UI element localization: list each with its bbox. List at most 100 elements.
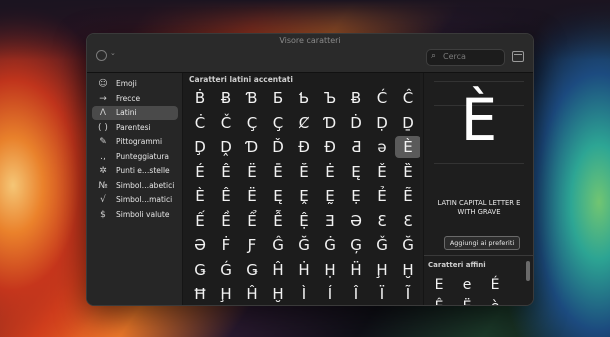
- glyph-cell[interactable]: Ḟ: [213, 234, 239, 256]
- glyph-cell[interactable]: Ė: [317, 161, 343, 183]
- sidebar-item-simbol-abetici[interactable]: № Simbol…abetici: [92, 179, 178, 193]
- sidebar-item-punti-e-stelle[interactable]: ✲ Punti e…stelle: [92, 164, 178, 178]
- sidebar-item-simbol-matici[interactable]: √ Simbol…matici: [92, 193, 178, 207]
- glyph-cell[interactable]: Ǝ: [317, 210, 343, 232]
- glyph-cell[interactable]: Ɗ: [317, 112, 343, 134]
- glyph-cell[interactable]: Ḑ: [187, 136, 213, 158]
- sidebar-item-emoji[interactable]: ☺ Emoji: [92, 77, 178, 91]
- sidebar-item-pittogrammi[interactable]: ✎ Pittogrammi: [92, 135, 178, 149]
- glyph-cell[interactable]: Ĉ: [395, 87, 420, 109]
- glyph-cell[interactable]: Ğ: [395, 234, 420, 256]
- glyph-cell[interactable]: Ḩ: [369, 259, 395, 281]
- glyph-cell[interactable]: Ḃ: [187, 87, 213, 109]
- glyph-cell[interactable]: Ë: [239, 161, 265, 183]
- glyph-cell[interactable]: Ể: [239, 210, 265, 232]
- glyph-cell[interactable]: Ƒ: [239, 234, 265, 256]
- glyph-cell[interactable]: Ǥ: [239, 259, 265, 281]
- glyph-cell[interactable]: Ɛ: [395, 210, 420, 232]
- glyph-cell[interactable]: Ḣ: [291, 259, 317, 281]
- glyph-cell[interactable]: Ǧ: [369, 234, 395, 256]
- related-glyph[interactable]: É: [484, 275, 506, 295]
- glyph-cell[interactable]: Č: [213, 112, 239, 134]
- glyph-cell[interactable]: Ɛ: [369, 210, 395, 232]
- glyph-cell[interactable]: Ĝ: [265, 234, 291, 256]
- glyph-cell[interactable]: Ə: [343, 210, 369, 232]
- glyph-cell[interactable]: Ế: [187, 210, 213, 232]
- glyph-cell[interactable]: Ƅ: [291, 87, 317, 109]
- glyph-cell[interactable]: Ə: [187, 234, 213, 256]
- glyph-cell[interactable]: Ę: [265, 185, 291, 207]
- related-glyph[interactable]: e: [456, 275, 478, 295]
- glyph-cell[interactable]: Ḫ: [395, 259, 420, 281]
- glyph-cell[interactable]: Ḍ: [369, 112, 395, 134]
- glyph-cell[interactable]: Ƀ: [213, 87, 239, 109]
- glyph-cell[interactable]: Ç: [239, 112, 265, 134]
- glyph-cell[interactable]: Ĥ: [265, 259, 291, 281]
- related-glyph[interactable]: Ë: [456, 297, 478, 305]
- glyph-cell[interactable]: Ē: [265, 161, 291, 183]
- glyph-cell[interactable]: È: [395, 136, 420, 158]
- glyph-cell[interactable]: Ъ: [317, 87, 343, 109]
- glyph-cell[interactable]: Ẹ: [343, 185, 369, 207]
- related-glyph[interactable]: è: [484, 297, 506, 305]
- glyph-cell[interactable]: Ç: [265, 112, 291, 134]
- glyph-cell[interactable]: Ħ: [187, 283, 213, 305]
- glyph-cell[interactable]: Ê: [213, 185, 239, 207]
- glyph-cell[interactable]: Ḥ: [317, 259, 343, 281]
- search-field[interactable]: ⌕: [426, 49, 505, 66]
- add-to-favorites-button[interactable]: Aggiungi ai preferiti: [444, 236, 520, 250]
- sidebar-item-latini[interactable]: Λ Latini: [92, 106, 178, 120]
- glyph-cell[interactable]: É: [187, 161, 213, 183]
- glyph-cell[interactable]: Đ: [291, 136, 317, 158]
- glyph-cell[interactable]: Ĩ: [395, 283, 420, 305]
- glyph-cell[interactable]: Ḋ: [343, 112, 369, 134]
- glyph-cell[interactable]: Ḩ: [213, 283, 239, 305]
- sidebar-item-punteggiatura[interactable]: ., Punteggiatura: [92, 150, 178, 164]
- glyph-cell[interactable]: Ĥ: [239, 283, 265, 305]
- sidebar-item-parentesi[interactable]: ( ) Parentesi: [92, 121, 178, 135]
- glyph-cell[interactable]: Ƃ: [265, 87, 291, 109]
- glyph-cell[interactable]: Ĕ: [291, 161, 317, 183]
- glyph-cell[interactable]: È: [187, 185, 213, 207]
- glyph-cell[interactable]: Í: [317, 283, 343, 305]
- glyph-cell[interactable]: Ḙ: [291, 185, 317, 207]
- glyph-cell[interactable]: Ǥ: [187, 259, 213, 281]
- glyph-cell[interactable]: Ẽ: [395, 185, 420, 207]
- glyph-cell[interactable]: Ệ: [291, 210, 317, 232]
- related-glyph[interactable]: E: [428, 275, 450, 295]
- glyph-cell[interactable]: Ƌ: [343, 136, 369, 158]
- glyph-cell[interactable]: Ȅ: [395, 161, 420, 183]
- glyph-cell[interactable]: Ǵ: [213, 259, 239, 281]
- glyph-cell[interactable]: Ê: [213, 161, 239, 183]
- glyph-cell[interactable]: Ȼ: [291, 112, 317, 134]
- related-glyph[interactable]: Ê: [428, 297, 450, 305]
- glyph-cell[interactable]: Ɖ: [317, 136, 343, 158]
- glyph-cell[interactable]: Ģ: [343, 234, 369, 256]
- glyph-cell[interactable]: Ƀ: [343, 87, 369, 109]
- glyph-cell[interactable]: Ḓ: [213, 136, 239, 158]
- glyph-cell[interactable]: Ḫ: [265, 283, 291, 305]
- glyph-cell[interactable]: ə: [369, 136, 395, 158]
- search-input[interactable]: [443, 50, 501, 63]
- chevron-down-icon[interactable]: ⌄: [110, 49, 116, 57]
- glyph-cell[interactable]: Ċ: [187, 112, 213, 134]
- glyph-cell[interactable]: Ï: [369, 283, 395, 305]
- glyph-cell[interactable]: Ɗ: [239, 136, 265, 158]
- sidebar-item-simboli-valute[interactable]: $ Simboli valute: [92, 208, 178, 222]
- glyph-cell[interactable]: Ë: [239, 185, 265, 207]
- glyph-cell[interactable]: Ẻ: [369, 185, 395, 207]
- glyph-cell[interactable]: Ḧ: [343, 259, 369, 281]
- related-scrollbar[interactable]: [526, 261, 530, 281]
- glyph-cell[interactable]: Ď: [265, 136, 291, 158]
- glyph-cell[interactable]: Ć: [369, 87, 395, 109]
- glyph-cell[interactable]: Ḏ: [395, 112, 420, 134]
- glyph-cell[interactable]: Ề: [213, 210, 239, 232]
- sidebar-item-frecce[interactable]: → Frecce: [92, 92, 178, 106]
- view-toggle-icon[interactable]: [512, 51, 524, 62]
- gear-icon[interactable]: [96, 50, 107, 61]
- glyph-cell[interactable]: Ễ: [265, 210, 291, 232]
- glyph-cell[interactable]: Ì: [291, 283, 317, 305]
- glyph-cell[interactable]: Ḛ: [317, 185, 343, 207]
- glyph-cell[interactable]: Î: [343, 283, 369, 305]
- glyph-cell[interactable]: Ğ: [291, 234, 317, 256]
